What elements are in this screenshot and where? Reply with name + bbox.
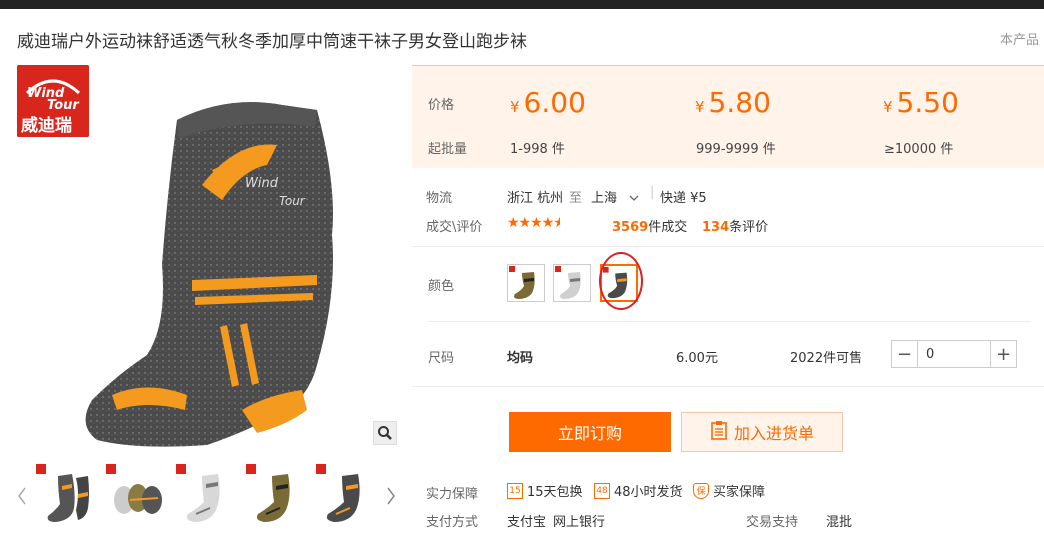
guarantee-48h[interactable]: 48 48小时发货 [594, 481, 683, 500]
range-tier-1: 1-998 件 [510, 142, 565, 157]
ship-48h-icon: 48 [594, 482, 610, 499]
logistics-label: 物流 [426, 191, 453, 206]
thumbnail-1[interactable] [36, 464, 98, 528]
price-value: 6.00 [523, 86, 586, 119]
price-panel: 价格 起批量 ¥6.00 ¥5.80 ¥5.50 1-998 件 999-999… [412, 65, 1044, 168]
logistics-from: 浙江 杭州 [507, 191, 564, 206]
express-fee: 快递 ¥5 [660, 191, 707, 206]
destination-select[interactable]: 上海 [591, 187, 639, 206]
size-unit-price: 6.00元 [676, 351, 718, 366]
thumbnail-3[interactable] [176, 464, 238, 528]
destination-value: 上海 [591, 191, 618, 206]
stock-available: 2022件可售 [790, 351, 863, 366]
annotation-circle [599, 252, 643, 310]
brand-logo-cn: 威迪瑞 [21, 115, 72, 136]
payment-online-bank: 网上银行 [553, 515, 606, 530]
reviews-number: 134 [702, 220, 730, 235]
deals-count[interactable]: 3569件成交 [612, 216, 687, 235]
zoom-icon[interactable] [373, 421, 397, 445]
thumbnail-4[interactable] [246, 464, 308, 528]
divider [412, 246, 1044, 247]
plus-icon[interactable]: + [990, 341, 1016, 367]
guarantee-text: 15天包换 [527, 485, 583, 500]
price-value: 5.80 [708, 86, 771, 119]
add-to-cart-button[interactable]: 加入进货单 [681, 412, 843, 452]
deals-suffix: 件成交 [648, 220, 688, 235]
quantity-stepper[interactable]: − + [891, 340, 1017, 368]
svg-text:Tour: Tour [279, 194, 306, 208]
guarantee-15day[interactable]: 15 15天包换 [507, 481, 583, 500]
price-tier-1: ¥6.00 [510, 86, 586, 119]
currency-symbol: ¥ [695, 98, 705, 116]
size-label: 尺码 [428, 351, 455, 366]
payment-label: 支付方式 [426, 515, 479, 530]
range-tier-3: ≥10000 件 [884, 142, 954, 157]
guarantee-buyer[interactable]: 保 买家保障 [693, 481, 765, 500]
clipboard-icon [710, 420, 728, 444]
thumbnail-2[interactable] [106, 464, 168, 528]
divider [412, 386, 1044, 387]
guarantee-label: 实力保障 [426, 487, 479, 502]
shield-icon: 保 [693, 482, 709, 499]
payment-alipay: 支付宝 [507, 515, 547, 530]
quantity-input[interactable] [918, 341, 990, 367]
brand-logo-word2: Tour [47, 98, 80, 113]
price-value: 5.50 [896, 86, 959, 119]
price-tier-3: ¥5.50 [883, 86, 959, 119]
deals-number: 3569 [612, 220, 649, 235]
report-link[interactable]: 本产品 [1000, 29, 1039, 48]
price-tier-2: ¥5.80 [695, 86, 771, 119]
currency-symbol: ¥ [883, 98, 893, 116]
logistics-separator: | [650, 185, 655, 200]
color-swatch-gray[interactable] [553, 264, 591, 302]
chevron-left-icon[interactable] [14, 481, 30, 511]
svg-text:Wind: Wind [245, 176, 279, 191]
return-15day-icon: 15 [507, 482, 523, 499]
color-label: 颜色 [428, 279, 455, 294]
logistics-to-word: 至 [569, 191, 583, 206]
thumbnail-5[interactable] [316, 464, 378, 528]
color-swatch-brown[interactable] [507, 264, 545, 302]
reviews-suffix: 条评价 [729, 220, 769, 235]
trade-support-value: 混批 [826, 515, 853, 530]
trade-support-label: 交易支持 [746, 515, 799, 530]
product-title: 威迪瑞户外运动袜舒适透气秋冬季加厚中筒速干袜子男女登山跑步袜 [17, 32, 527, 52]
reviews-count[interactable]: 134条评价 [702, 216, 768, 235]
add-to-cart-label: 加入进货单 [733, 424, 814, 443]
rating-stars: ★★★★★ [507, 215, 561, 231]
chevron-down-icon [629, 191, 639, 206]
trade-label: 成交\评价 [426, 220, 483, 235]
chevron-right-icon[interactable] [383, 481, 399, 511]
top-nav-bar [0, 0, 1044, 9]
currency-symbol: ¥ [510, 98, 520, 116]
guarantee-text: 买家保障 [713, 485, 766, 500]
divider [428, 321, 1031, 322]
brand-logo: Wind Tour 威迪瑞 [17, 65, 89, 137]
size-value: 均码 [507, 351, 534, 366]
range-tier-2: 999-9999 件 [696, 142, 776, 157]
min-order-label: 起批量 [428, 142, 468, 157]
buy-now-button[interactable]: 立即订购 [509, 412, 671, 452]
guarantee-text: 48小时发货 [614, 485, 683, 500]
price-label: 价格 [428, 98, 455, 113]
minus-icon[interactable]: − [892, 341, 918, 367]
